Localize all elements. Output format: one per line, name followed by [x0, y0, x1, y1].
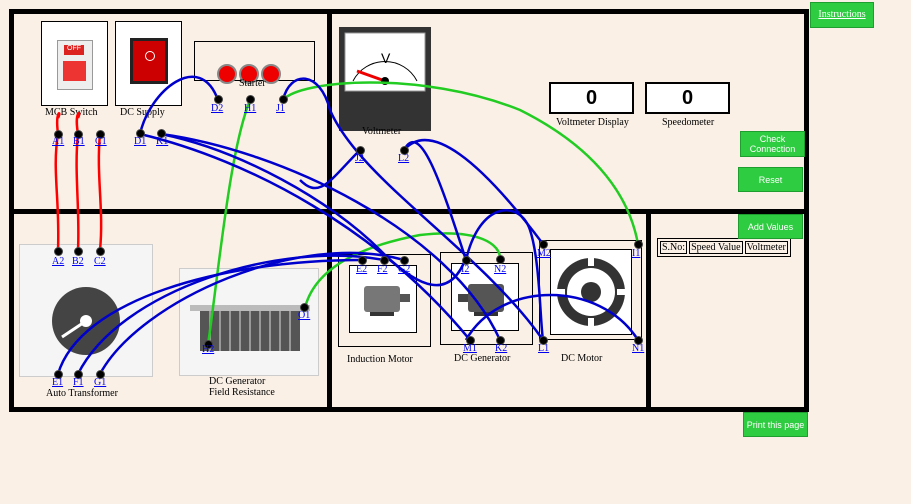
values-table-header: S.No: Speed Value Voltmeter: [660, 241, 788, 254]
terminal-a2-label[interactable]: A2: [52, 256, 64, 267]
speedometer-display: 0: [645, 82, 730, 114]
terminal-e1-label[interactable]: E1: [52, 377, 63, 388]
terminal-l1-label[interactable]: L1: [538, 343, 549, 354]
terminal-d2-label[interactable]: D2: [211, 103, 223, 114]
mcb-off-label: OFF: [64, 45, 84, 55]
header-sno: S.No:: [660, 241, 688, 254]
check-connection-button[interactable]: Check Connection: [740, 131, 805, 157]
rheostat-icon: [190, 305, 310, 351]
induction-motor-label: Induction Motor: [347, 354, 413, 365]
terminal-n1-label[interactable]: N1: [632, 343, 644, 354]
terminal-d1-label[interactable]: D1: [134, 136, 146, 147]
starter[interactable]: [194, 41, 315, 84]
add-values-button[interactable]: Add Values: [738, 214, 803, 239]
terminal-b2-label[interactable]: B2: [72, 256, 84, 267]
terminal-j1-label[interactable]: J1: [276, 103, 285, 114]
auto-transformer-knob-icon: [52, 287, 120, 355]
terminal-m2-label[interactable]: M2: [537, 248, 551, 259]
instructions-button-label: Instructions: [818, 9, 866, 20]
mcb-switch[interactable]: OFF: [41, 21, 108, 106]
terminal-g1-label[interactable]: G1: [94, 377, 106, 388]
mcb-label: MCB Switch: [45, 107, 98, 118]
voltmeter-display-caption: Voltmeter Display: [556, 117, 629, 128]
terminal-e2-label[interactable]: E2: [356, 264, 367, 275]
dc-supply-label: DC Supply: [120, 107, 165, 118]
terminal-k1-label[interactable]: K1: [156, 136, 168, 147]
field-resistance-label-1: DC Generator: [209, 376, 266, 387]
instructions-button[interactable]: Instructions: [810, 2, 874, 28]
print-label: Print this page: [746, 419, 805, 430]
header-voltmeter: Voltmeter: [744, 241, 788, 254]
field-resistance-label-2: Field Resistance: [209, 387, 275, 398]
header-speed: Speed Value: [689, 241, 743, 254]
mcb-body: OFF: [57, 40, 93, 90]
terminal-l2-label[interactable]: L2: [398, 153, 409, 164]
terminal-f1-label[interactable]: F1: [73, 377, 84, 388]
dc-motor-label: DC Motor: [561, 353, 603, 364]
dc-supply-switch-icon: [130, 38, 168, 84]
terminal-m1-label[interactable]: M1: [463, 343, 477, 354]
terminal-n2-label[interactable]: N2: [494, 264, 506, 275]
terminal-g2-label[interactable]: G2: [398, 264, 410, 275]
voltmeter: V: [339, 27, 431, 131]
print-button[interactable]: Print this page: [743, 412, 808, 437]
terminal-k2-label[interactable]: K2: [495, 343, 507, 354]
starter-label: Starter: [239, 78, 266, 89]
terminal-i2-label[interactable]: I2: [461, 264, 469, 275]
reset-label: Reset: [758, 174, 783, 185]
dc-motor[interactable]: [539, 240, 642, 340]
terminal-o1-label[interactable]: O1: [298, 310, 310, 321]
terminal-f2-label[interactable]: F2: [377, 264, 388, 275]
gear-icon: [555, 256, 627, 328]
dc-supply[interactable]: [115, 21, 182, 106]
auto-transformer[interactable]: [19, 244, 153, 377]
voltmeter-display: 0: [549, 82, 634, 114]
terminal-a1-label[interactable]: A1: [52, 136, 64, 147]
voltmeter-label: Voltmeter: [362, 126, 402, 137]
terminal-n2[interactable]: [496, 255, 505, 264]
starter-lamp-1-icon: [217, 64, 237, 84]
mcb-lever-icon: [63, 61, 86, 81]
terminal-b1-label[interactable]: B1: [73, 136, 85, 147]
terminal-b2[interactable]: [74, 247, 83, 256]
induction-motor-image: [349, 265, 417, 333]
reset-button[interactable]: Reset: [738, 167, 803, 192]
check-connection-label: Check Connection: [749, 134, 796, 154]
dc-motor-image: [550, 249, 632, 335]
speedometer-caption: Speedometer: [662, 117, 715, 128]
voltmeter-symbol: V: [381, 50, 391, 66]
auto-transformer-label: Auto Transformer: [46, 388, 118, 399]
terminal-a2[interactable]: [54, 247, 63, 256]
terminal-c2[interactable]: [96, 247, 105, 256]
terminal-c2-label[interactable]: C2: [94, 256, 106, 267]
dc-generator[interactable]: [440, 252, 533, 345]
motor-icon: [364, 286, 410, 316]
values-table: S.No: Speed Value Voltmeter: [657, 238, 791, 257]
dc-generator-label: DC Generator: [454, 353, 511, 364]
terminal-h2-label[interactable]: H2: [202, 344, 214, 355]
terminal-i1-label[interactable]: I1: [632, 248, 640, 259]
terminal-c1-label[interactable]: C1: [95, 136, 107, 147]
terminal-h1-label[interactable]: H1: [244, 103, 256, 114]
add-values-label: Add Values: [747, 221, 794, 232]
terminal-j2-label[interactable]: J2: [355, 153, 364, 164]
voltmeter-dial-icon: V: [344, 32, 426, 92]
field-resistance[interactable]: [179, 268, 319, 376]
